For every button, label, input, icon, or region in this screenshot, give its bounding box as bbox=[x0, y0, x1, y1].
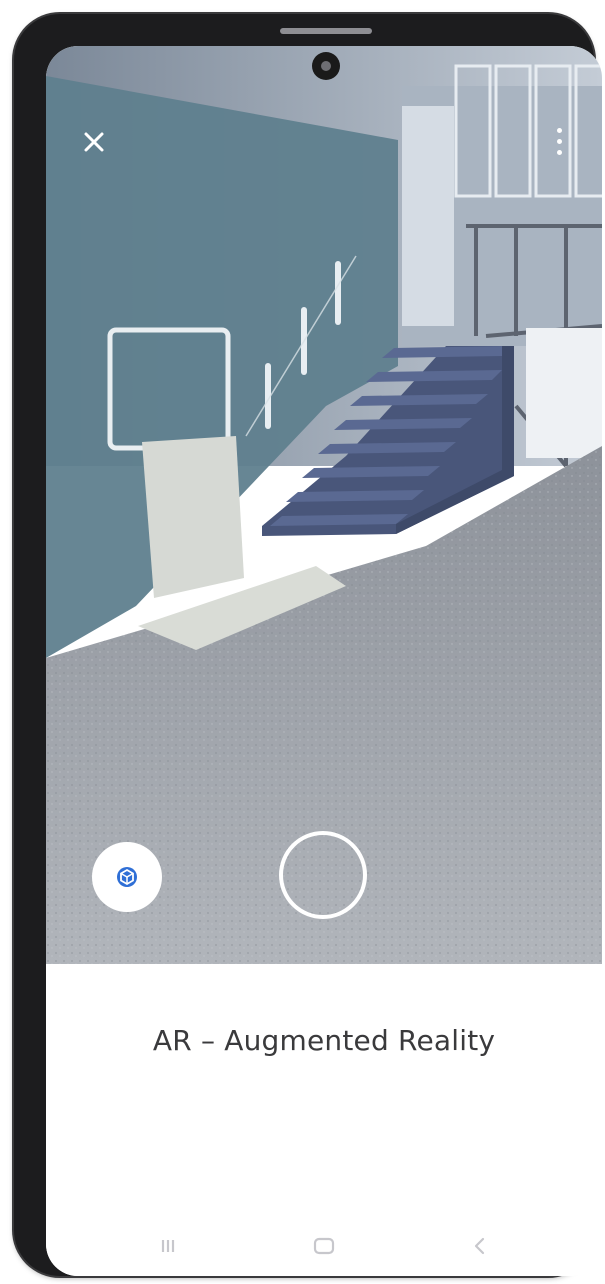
background-panel bbox=[526, 328, 602, 458]
capture-button[interactable] bbox=[279, 831, 367, 919]
more-vertical-icon bbox=[556, 128, 562, 133]
front-camera bbox=[312, 52, 340, 80]
ar-camera-view[interactable] bbox=[46, 46, 602, 964]
close-icon bbox=[84, 132, 104, 152]
recent-apps-button[interactable] bbox=[144, 1226, 192, 1266]
info-panel: AR – Augmented Reality bbox=[46, 964, 602, 1276]
reset-placement-button[interactable] bbox=[92, 842, 162, 912]
recent-apps-icon bbox=[161, 1240, 175, 1252]
close-button[interactable] bbox=[74, 122, 114, 162]
back-icon bbox=[474, 1237, 485, 1255]
ar-scene bbox=[46, 46, 602, 964]
phone-frame: AR – Augmented Reality bbox=[14, 14, 602, 1276]
system-navigation-bar bbox=[46, 1214, 602, 1274]
cube-reset-icon bbox=[117, 867, 137, 887]
home-button[interactable] bbox=[300, 1226, 348, 1266]
stairlift-platform bbox=[142, 436, 244, 598]
back-button[interactable] bbox=[456, 1226, 504, 1266]
panel-title: AR – Augmented Reality bbox=[152, 1024, 496, 1057]
more-options-button[interactable] bbox=[544, 122, 574, 166]
earpiece bbox=[280, 28, 372, 34]
home-icon bbox=[313, 1237, 335, 1255]
phone-screen: AR – Augmented Reality bbox=[46, 46, 602, 1276]
background-door bbox=[402, 106, 454, 326]
